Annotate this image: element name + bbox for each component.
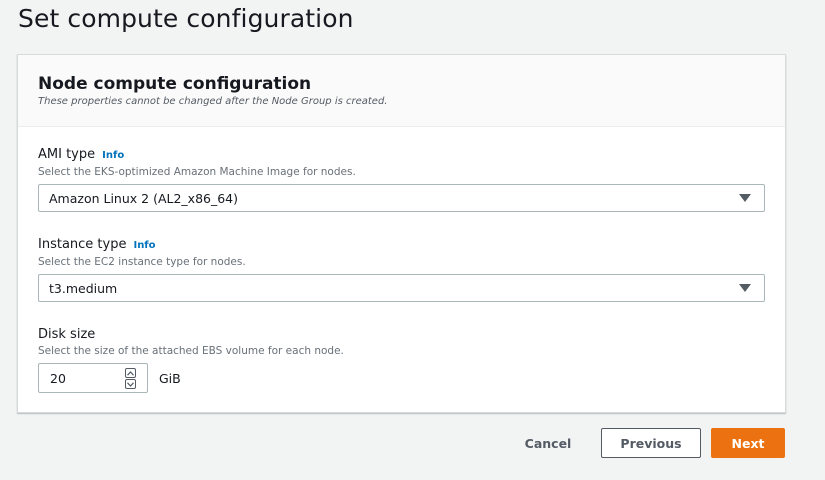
instance-type-info-link[interactable]: Info <box>133 240 155 251</box>
disk-size-description: Select the size of the attached EBS volu… <box>38 345 344 357</box>
instance-type-description: Select the EC2 instance type for nodes. <box>38 256 246 268</box>
panel-title: Node compute configuration <box>38 74 312 94</box>
chevron-up-icon[interactable] <box>125 368 136 378</box>
instance-type-select[interactable]: t3.medium <box>38 274 765 302</box>
instance-type-label: Instance type <box>38 237 127 252</box>
page-title: Set compute configuration <box>18 4 354 33</box>
caret-down-icon <box>739 284 751 292</box>
caret-down-icon <box>739 194 751 202</box>
instance-type-field: Instance type Info Select the EC2 instanc… <box>38 237 765 302</box>
disk-size-unit: GiB <box>159 370 181 386</box>
cancel-button[interactable]: Cancel <box>515 428 581 458</box>
disk-size-input[interactable]: 20 <box>38 363 148 393</box>
disk-size-row: 20 GiB <box>38 363 765 393</box>
next-button[interactable]: Next <box>711 428 785 458</box>
previous-button[interactable]: Previous <box>601 428 701 458</box>
ami-type-selected-value: Amazon Linux 2 (AL2_x86_64) <box>49 191 239 206</box>
ami-type-info-link[interactable]: Info <box>102 150 124 161</box>
disk-size-value: 20 <box>50 371 66 386</box>
instance-type-selected-value: t3.medium <box>49 281 118 296</box>
ami-type-label: AMI type <box>38 147 96 162</box>
ami-type-label-row: AMI type Info <box>38 147 765 164</box>
ami-type-description: Select the EKS-optimized Amazon Machine … <box>38 166 356 178</box>
disk-size-label: Disk size <box>38 327 96 342</box>
disk-size-field: Disk size Select the size of the attache… <box>38 327 765 393</box>
chevron-down-icon[interactable] <box>125 379 136 389</box>
panel-subtitle: These properties cannot be changed after… <box>38 96 388 107</box>
node-compute-configuration-panel: Node compute configuration These propert… <box>17 54 786 413</box>
ami-type-select[interactable]: Amazon Linux 2 (AL2_x86_64) <box>38 184 765 212</box>
ami-type-field: AMI type Info Select the EKS-optimized Am… <box>38 147 765 212</box>
instance-type-label-row: Instance type Info <box>38 237 765 254</box>
panel-header: Node compute configuration These propert… <box>18 55 785 127</box>
